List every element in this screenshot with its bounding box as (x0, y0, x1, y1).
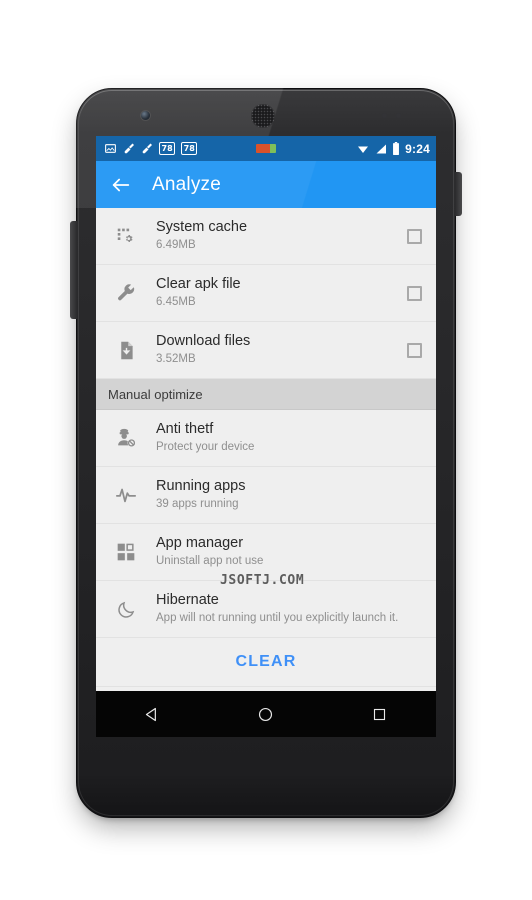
list-item-text: Download files 3.52MB (144, 332, 407, 368)
list-item-title: Hibernate (156, 592, 219, 609)
page-title: Analyze (152, 173, 221, 195)
clear-button[interactable]: CLEAR (96, 638, 436, 687)
status-bar-right: 9:24 (356, 142, 430, 156)
broom-icon-2 (141, 142, 153, 155)
proximity-sensor-icon (382, 113, 387, 118)
signal-icon (375, 143, 387, 155)
list-item-text: Anti thetf Protect your device (144, 420, 422, 456)
status-badge-1: 78 (159, 142, 176, 155)
analyze-list: System cache 6.49MB Clear apk file 6.45M… (96, 208, 436, 687)
status-badge-2: 78 (181, 142, 198, 155)
list-item-anti-theft[interactable]: Anti thetf Protect your device (96, 410, 436, 467)
list-item-subtitle: 3.52MB (156, 353, 196, 366)
list-item-text: System cache 6.49MB (144, 218, 407, 254)
list-item-title: Anti thetf (156, 421, 214, 438)
list-item-subtitle: 6.45MB (156, 296, 196, 309)
list-item-text: Clear apk file 6.45MB (144, 275, 407, 311)
checkbox-clear-apk-file[interactable] (407, 285, 422, 301)
list-item-subtitle: Protect your device (156, 441, 255, 454)
anti-theft-icon (108, 427, 144, 449)
list-item-title: App manager (156, 535, 244, 552)
checkbox-system-cache[interactable] (407, 228, 422, 244)
back-arrow-icon[interactable] (110, 174, 132, 196)
list-item-text: Running apps 39 apps running (144, 477, 422, 513)
wifi-icon (356, 143, 370, 155)
system-cache-icon (108, 226, 144, 247)
list-item-title: System cache (156, 219, 248, 236)
list-item-subtitle: 6.49MB (156, 239, 196, 252)
status-bar: 78 78 9:24 (96, 136, 436, 161)
android-navigation-bar (96, 691, 436, 737)
front-camera-icon (141, 111, 150, 120)
section-header-manual-optimize: Manual optimize (96, 379, 436, 410)
status-bar-left: 78 78 (104, 142, 198, 155)
nav-recents-icon[interactable] (356, 691, 402, 737)
list-item-text: App manager Uninstall app not use (144, 534, 422, 570)
volume-rocker-button[interactable] (70, 221, 77, 319)
phone-screen: 78 78 9:24 Analyze System cache 6.49MB C… (96, 136, 436, 737)
broom-icon-1 (123, 142, 135, 155)
wrench-icon (108, 283, 144, 304)
usb-charge-icon (256, 144, 276, 153)
list-item-title: Download files (156, 333, 251, 350)
list-item-subtitle: App will not running until you explicitl… (156, 612, 399, 625)
moon-icon (108, 599, 144, 620)
pulse-icon (108, 484, 144, 506)
list-item-hibernate[interactable]: Hibernate App will not running until you… (96, 581, 436, 638)
list-item-title: Clear apk file (156, 276, 241, 293)
list-item-title: Running apps (156, 478, 246, 495)
app-manager-icon (108, 542, 144, 562)
light-sensor-icon (396, 113, 401, 118)
list-item-download-files[interactable]: Download files 3.52MB (96, 322, 436, 379)
clear-button-label: CLEAR (235, 653, 297, 670)
list-item-app-manager[interactable]: App manager Uninstall app not use (96, 524, 436, 581)
list-item-subtitle: Uninstall app not use (156, 555, 264, 568)
power-button[interactable] (455, 172, 462, 216)
nav-back-icon[interactable] (130, 691, 176, 737)
image-icon (104, 142, 117, 155)
checkbox-download-files[interactable] (407, 342, 422, 358)
list-item-running-apps[interactable]: Running apps 39 apps running (96, 467, 436, 524)
status-bar-clock: 9:24 (405, 141, 430, 156)
download-file-icon (108, 340, 144, 361)
list-item-clear-apk-file[interactable]: Clear apk file 6.45MB (96, 265, 436, 322)
app-toolbar: Analyze (96, 161, 436, 208)
list-item-text: Hibernate App will not running until you… (144, 591, 422, 627)
nav-home-icon[interactable] (243, 691, 289, 737)
screenshot-scene: 78 78 9:24 Analyze System cache 6.49MB C… (0, 0, 532, 900)
earpiece-speaker-icon (251, 104, 275, 128)
list-item-system-cache[interactable]: System cache 6.49MB (96, 208, 436, 265)
battery-icon (392, 142, 400, 155)
list-item-subtitle: 39 apps running (156, 498, 239, 511)
